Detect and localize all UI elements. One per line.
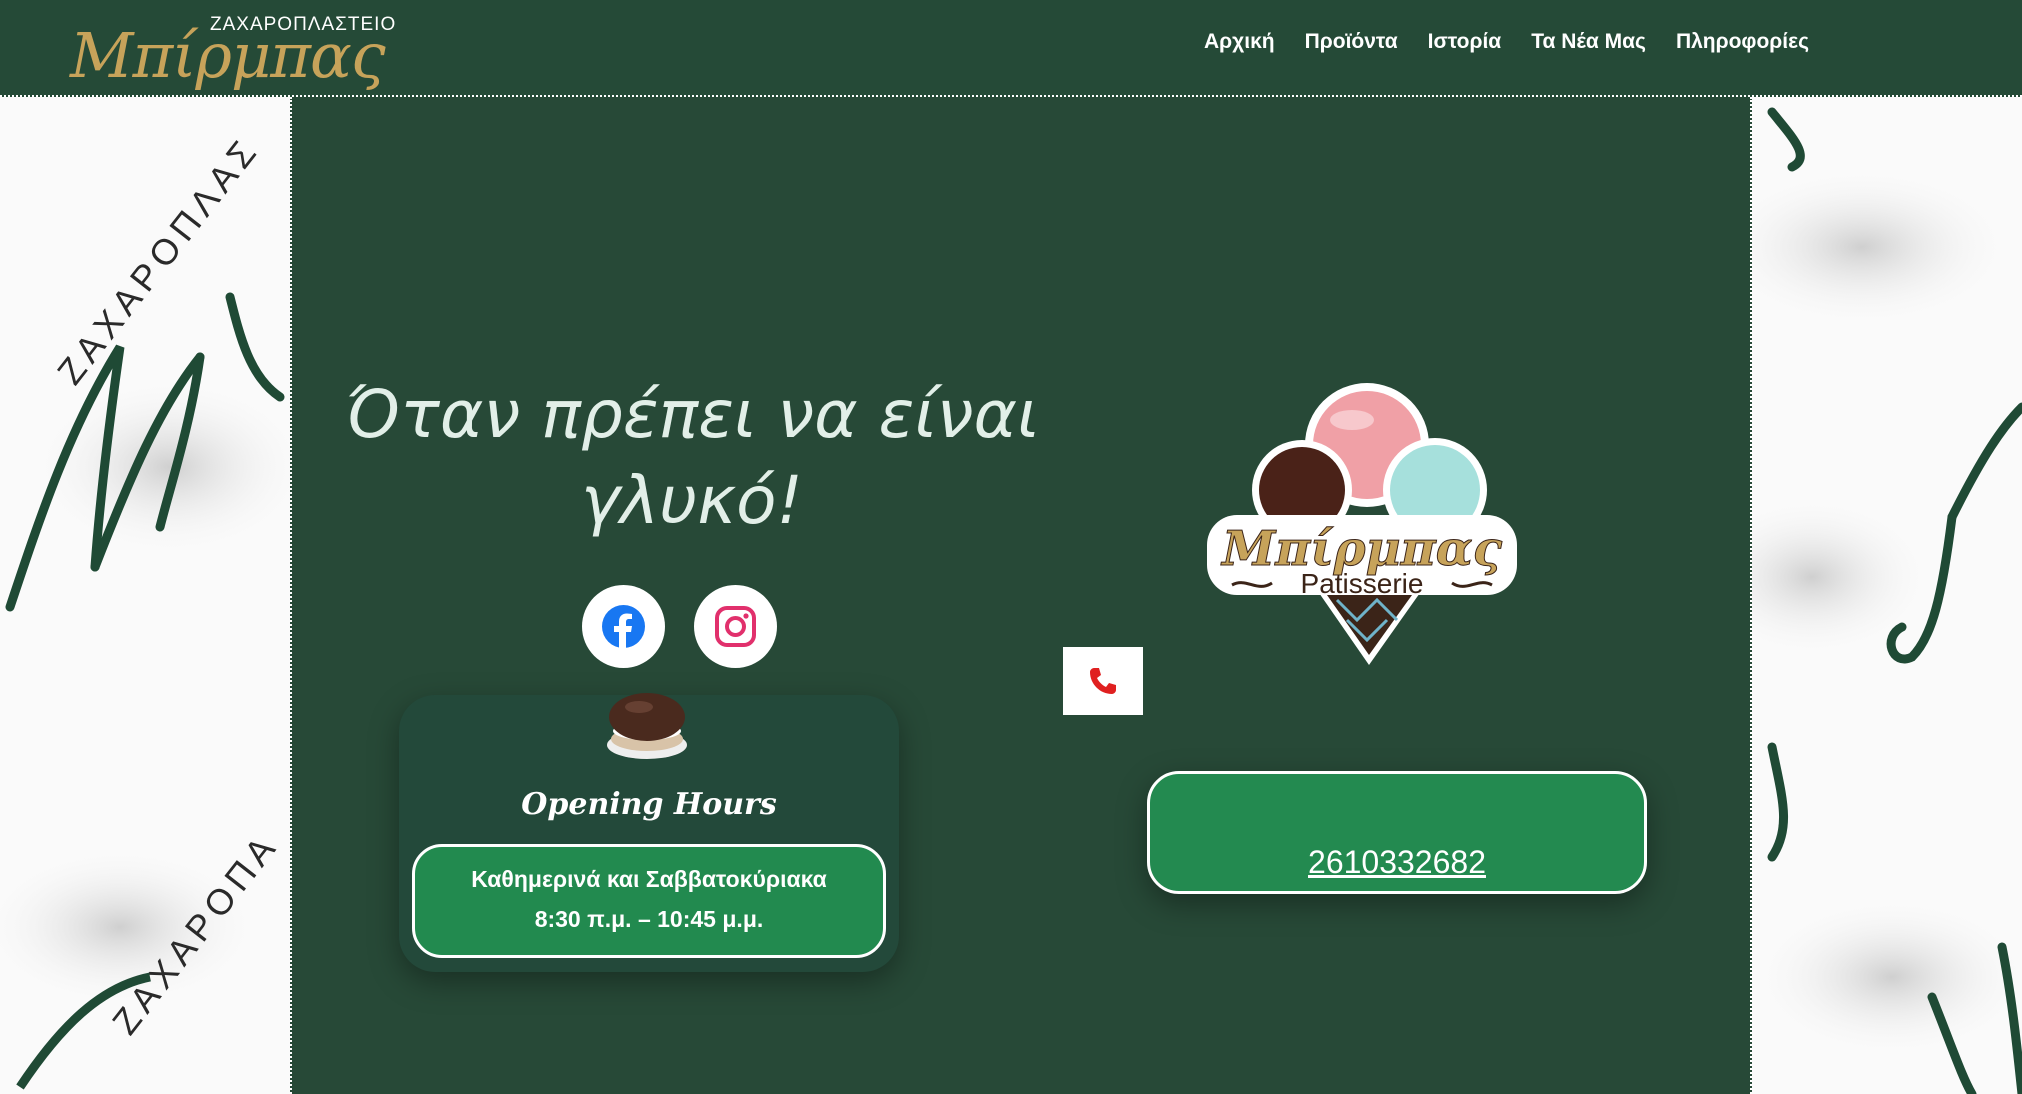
hero-section: Όταν πρέπει να είναι γλυκό! Opening Hour… bbox=[290, 97, 1752, 1094]
svg-text:ΖΑΧΑΡΟΠΛΑΣ: ΖΑΧΑΡΟΠΛΑΣ bbox=[49, 128, 267, 392]
brand-logo-image: Μπίρμπας Patisserie bbox=[1207, 383, 1517, 665]
opening-hours-title: Opening Hours bbox=[521, 787, 777, 822]
hero-headline-line2: γλυκό! bbox=[580, 462, 804, 539]
nav-item-news[interactable]: Τα Νέα Μας bbox=[1531, 30, 1646, 54]
pastry-icon bbox=[607, 693, 687, 759]
nav-item-info[interactable]: Πληροφορίες bbox=[1676, 30, 1809, 54]
top-navigation-bar: ΖΑΧΑΡΟΠΛΑΣΤΕΙΟ Μπίρμπας Αρχική Προϊόντα … bbox=[0, 0, 2022, 97]
instagram-icon bbox=[715, 606, 756, 647]
opening-hours-box: Καθημερινά και Σαββατοκύριακα 8:30 π.μ. … bbox=[412, 844, 886, 958]
nav-item-history[interactable]: Ιστορία bbox=[1428, 30, 1502, 54]
facebook-link[interactable] bbox=[582, 585, 665, 668]
phone-number-link[interactable]: 2610332682 bbox=[1150, 844, 1644, 881]
opening-hours-days: Καθημερινά και Σαββατοκύριακα bbox=[471, 866, 827, 892]
site-logo[interactable]: ΖΑΧΑΡΟΠΛΑΣΤΕΙΟ Μπίρμπας bbox=[70, 6, 400, 94]
right-background-pattern bbox=[1752, 97, 2022, 1094]
nav-item-home[interactable]: Αρχική bbox=[1204, 30, 1275, 54]
hero-headline: Όταν πρέπει να είναι γλυκό! bbox=[332, 372, 1052, 544]
hero-headline-line1: Όταν πρέπει να είναι bbox=[344, 376, 1040, 453]
logo-title: Μπίρμπας bbox=[70, 19, 386, 92]
brand-logo-subtitle: Patisserie bbox=[1301, 568, 1424, 599]
phone-icon bbox=[1090, 668, 1116, 694]
left-background-pattern: ΖΑΧΑΡΟΠΛΑΣ ΖΑΧΑΡΟΠΑ bbox=[0, 97, 290, 1094]
main-nav: Αρχική Προϊόντα Ιστορία Τα Νέα Μας Πληρο… bbox=[1204, 30, 1809, 54]
instagram-link[interactable] bbox=[694, 585, 777, 668]
opening-hours-card: Opening Hours Καθημερινά και Σαββατοκύρι… bbox=[399, 693, 899, 972]
opening-hours-times: 8:30 π.μ. – 10:45 μ.μ. bbox=[534, 906, 764, 932]
facebook-icon bbox=[602, 605, 645, 648]
phone-card: 2610332682 bbox=[1147, 771, 1647, 894]
nav-item-products[interactable]: Προϊόντα bbox=[1305, 30, 1398, 54]
phone-icon-container bbox=[1063, 647, 1143, 715]
